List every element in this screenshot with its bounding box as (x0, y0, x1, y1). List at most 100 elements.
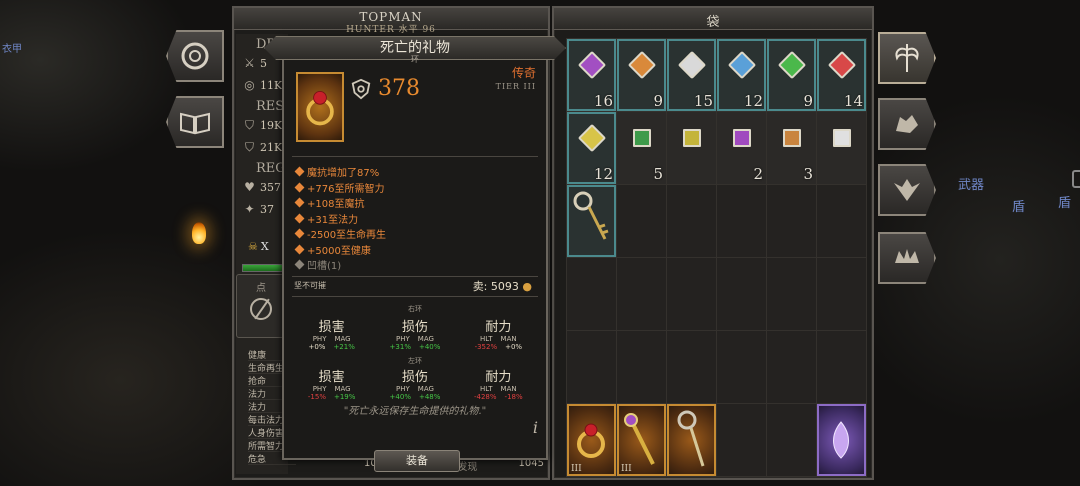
bag-slot-empty[interactable] (717, 331, 766, 403)
bag-slot-empty[interactable] (817, 331, 866, 403)
citrine-gem-icon (577, 123, 606, 153)
bag-slot-topaz[interactable]: 9 (617, 39, 666, 111)
weapons-tab-button[interactable] (878, 32, 936, 84)
book-icon (180, 112, 210, 135)
wings-tab-button[interactable] (878, 164, 936, 216)
skull-indicator[interactable]: ☠ X (248, 240, 269, 253)
diamond-bullet-icon (294, 166, 305, 177)
reg-stat-b[interactable]: ✦ 37 (236, 198, 288, 220)
reg-stat-a[interactable]: ♥ 357 (236, 176, 288, 198)
bag-slot-staff[interactable] (667, 404, 716, 476)
info-button[interactable]: i (533, 418, 538, 437)
bag-slot-empty[interactable] (717, 258, 766, 330)
wings-icon (894, 179, 920, 201)
world-shield-icon (1072, 170, 1080, 188)
item-tier: TIER III (495, 82, 536, 91)
crown-icon (895, 249, 919, 263)
bag-slot-empty[interactable] (667, 258, 716, 330)
bag-slot-citrine[interactable]: 12 (567, 112, 616, 184)
item-count: 15 (693, 92, 713, 110)
bag-slot-empty[interactable] (717, 404, 766, 476)
torch-flame (192, 222, 206, 244)
diamond-bullet-icon (294, 213, 305, 224)
bag-slot-empty[interactable] (817, 258, 866, 330)
bag-slot-empty[interactable] (617, 258, 666, 330)
bag-title: 袋 (706, 15, 720, 30)
bag-slot-white-cube[interactable] (817, 112, 866, 184)
diamond-bullet-icon (294, 182, 305, 193)
diamond-bullet-icon (294, 228, 305, 239)
skills-button[interactable] (166, 30, 224, 82)
bag-slot-diamond[interactable]: 15 (667, 39, 716, 111)
spellbook-button[interactable] (166, 96, 224, 148)
skull-label: X (260, 240, 269, 253)
sapphire-gem-icon (727, 50, 756, 80)
bag-slot-empty[interactable] (817, 185, 866, 257)
bag-slot-orange-cube[interactable]: 3 (767, 112, 816, 184)
diamond-bullet-icon (294, 244, 305, 255)
topaz-gem-icon (627, 50, 656, 80)
bag-slot-empty[interactable] (717, 185, 766, 257)
item-count: 5 (653, 165, 663, 183)
equip-button[interactable]: 装备 (374, 450, 460, 472)
compare-cell: 损害 PHY MAG -15% +19% (307, 370, 356, 401)
item-count: 3 (803, 165, 813, 183)
beast-icon (896, 115, 918, 133)
compare-cell: 损害 PHY MAG +0% +21% (308, 320, 355, 351)
bag-slot-yellow-cube[interactable] (667, 112, 716, 184)
bag-slot-empty[interactable] (617, 331, 666, 403)
pets-tab-button[interactable] (878, 98, 936, 150)
bag-slot-ring[interactable]: III (567, 404, 616, 476)
affix-line: 魔抗增加了87% (294, 164, 386, 180)
bag-slot-empty[interactable] (767, 258, 816, 330)
bag-slot-empty[interactable] (667, 185, 716, 257)
ruby-gem-icon (827, 50, 856, 80)
world-label-shield-1: 盾 (1012, 200, 1026, 215)
compare-left-title: 左环 (408, 357, 422, 365)
reg-heading: REG (256, 161, 286, 176)
bag-slot-empty[interactable] (667, 331, 716, 403)
dps-stat-b[interactable]: ◎ 11K (236, 74, 288, 96)
affix-line: +776至所需智力 (294, 180, 386, 196)
bag-slot-empty[interactable] (767, 404, 816, 476)
tooltip-divider (292, 156, 538, 157)
skull-icon: ☠ (248, 240, 258, 253)
item-icon-frame (296, 72, 344, 142)
bag-slot-sapphire[interactable]: 12 (717, 39, 766, 111)
tooltip-divider (292, 276, 538, 277)
bag-slot-empty[interactable] (767, 185, 816, 257)
item-rarity: 传奇 (511, 66, 536, 80)
res-stat-a[interactable]: ⛉ 19K (236, 114, 288, 136)
white-cube-gem-icon (832, 129, 851, 147)
bag-slot-empty[interactable] (567, 258, 616, 330)
compare-right-row: 损害 PHY MAG +0% +21% 损伤 PHY MAG +31% +40% 耐力 … (290, 316, 540, 351)
coin-icon: ● (522, 280, 532, 293)
bag-slot-green-cube[interactable]: 5 (617, 112, 666, 184)
compare-cell: 损伤 PHY MAG +31% +40% (389, 320, 441, 351)
trophy-tab-button[interactable] (878, 232, 936, 284)
item-power: 378 (350, 76, 420, 101)
res-heading: RES (256, 99, 285, 114)
bag-slot-emerald[interactable]: 9 (767, 39, 816, 111)
empty-circle-icon (250, 298, 272, 320)
res-value-b: 21K (260, 140, 283, 154)
bag-slot-key[interactable] (567, 185, 616, 257)
bag-slot-scepter[interactable]: III (617, 404, 666, 476)
world-label-weapon: 武器 (958, 178, 985, 193)
purple-cube-gem-icon (732, 129, 751, 147)
bag-slot-ruby[interactable]: 14 (817, 39, 866, 111)
diamond-bullet-icon (294, 259, 305, 270)
world-label-shield-2: 盾 (1058, 196, 1072, 211)
item-tooltip: 死亡的礼物 环 378 传奇 TIER III 魔抗增加了87% +776至所需… (264, 36, 566, 472)
physical-shield-icon: ⛉ (244, 117, 254, 132)
res-stat-b[interactable]: ⛉ 21K (236, 136, 288, 158)
bag-slot-empty[interactable] (767, 331, 816, 403)
compare-right-title: 右环 (408, 305, 422, 313)
bag-slot-purple-cube[interactable]: 2 (717, 112, 766, 184)
bag-slot-amethyst[interactable]: 16 (567, 39, 616, 111)
magic-find-value: 1045 (518, 458, 544, 469)
bag-slot-empty[interactable] (567, 331, 616, 403)
bag-slot-empty[interactable] (617, 185, 666, 257)
attribute-points-box[interactable]: 点 (236, 274, 286, 338)
bag-slot-soul-gem[interactable] (817, 404, 866, 476)
